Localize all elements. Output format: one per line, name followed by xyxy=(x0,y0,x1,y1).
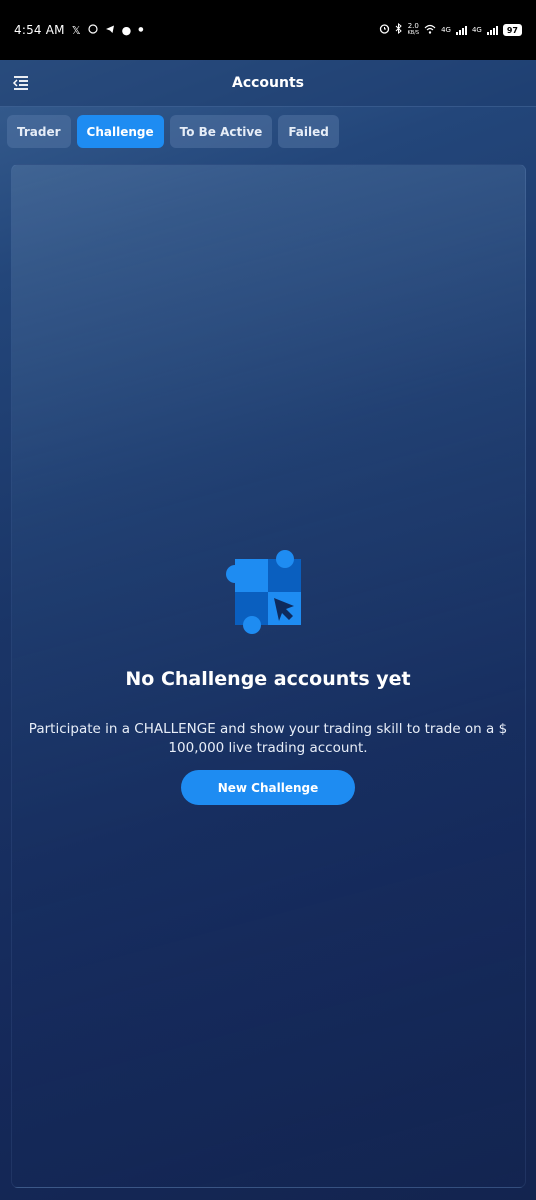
new-challenge-button[interactable]: New Challenge xyxy=(181,770,355,805)
net-speed-value: 2.0 xyxy=(407,22,419,30)
x-icon: 𝕏 xyxy=(71,23,81,37)
page-title: Accounts xyxy=(231,75,304,91)
menu-icon[interactable] xyxy=(12,75,30,91)
whatsapp-icon xyxy=(88,24,98,36)
tab-trader[interactable]: Trader xyxy=(7,115,71,148)
bluetooth-icon xyxy=(395,22,403,37)
dot-icon: ● xyxy=(121,23,132,37)
app-bar: Accounts xyxy=(0,60,536,107)
net-speed-unit: KB/S xyxy=(407,30,420,36)
signal-icon xyxy=(486,25,498,35)
wifi-icon xyxy=(424,24,436,37)
dot-icon: ● xyxy=(138,26,144,33)
battery-icon: 97 xyxy=(502,24,522,36)
telegram-icon xyxy=(105,24,115,36)
account-tabs: Trader Challenge To Be Active Failed xyxy=(7,115,339,148)
puzzle-cursor-icon xyxy=(224,548,304,634)
network-label-1: 4G xyxy=(441,26,451,34)
app-screen: 4:54 AM 𝕏 ● ● 2.0 KB/S 4G 4G 97 Accounts… xyxy=(0,0,536,1200)
status-right: 2.0 KB/S 4G 4G 97 xyxy=(379,22,522,37)
empty-state-description: Participate in a CHALLENGE and show your… xyxy=(28,721,508,756)
signal-icon xyxy=(455,25,467,35)
tab-challenge[interactable]: Challenge xyxy=(76,115,164,148)
status-left: 4:54 AM 𝕏 ● ● xyxy=(14,23,143,37)
status-bar: 4:54 AM 𝕏 ● ● 2.0 KB/S 4G 4G 97 xyxy=(0,0,536,60)
network-label-2: 4G xyxy=(471,26,482,34)
status-time: 4:54 AM xyxy=(14,23,65,37)
tab-failed[interactable]: Failed xyxy=(278,115,339,148)
tab-to-be-active[interactable]: To Be Active xyxy=(169,115,273,148)
alarm-icon xyxy=(379,23,390,37)
net-speed: 2.0 KB/S xyxy=(408,23,420,37)
empty-state-title: No Challenge accounts yet xyxy=(125,668,411,690)
